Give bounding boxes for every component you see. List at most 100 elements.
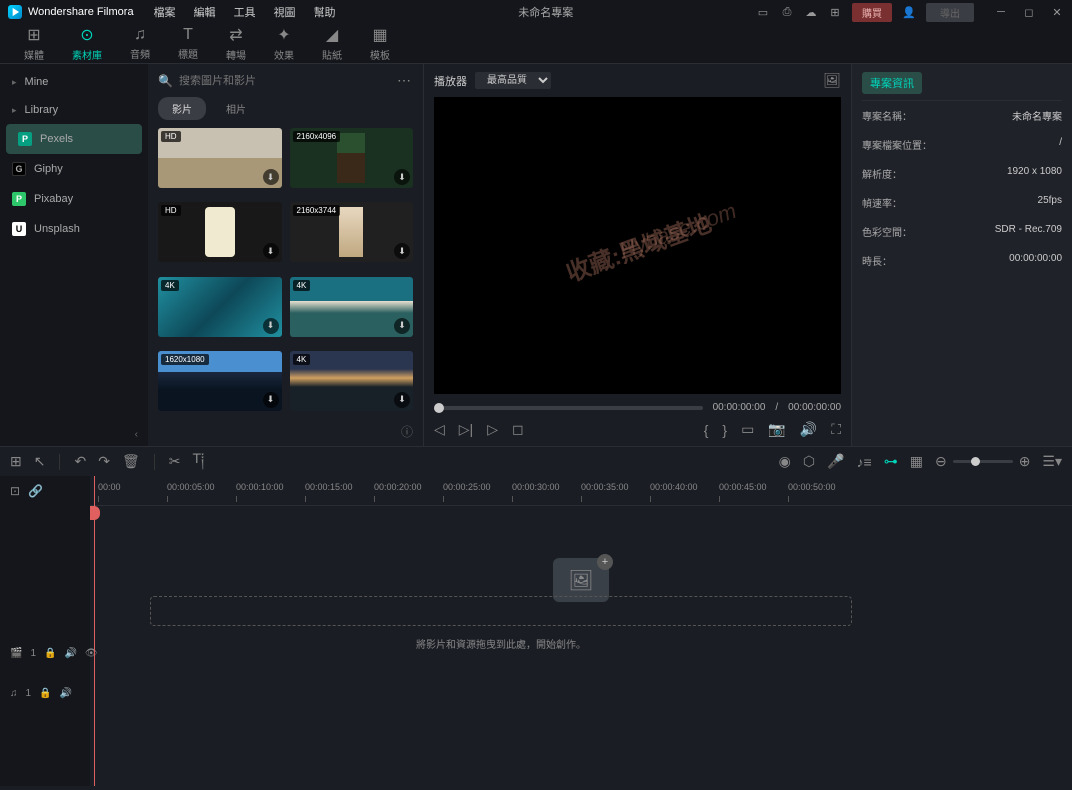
marker-icon[interactable]: ⬡: [803, 453, 815, 470]
menu-tools[interactable]: 工具: [234, 4, 256, 20]
track-settings-icon[interactable]: ⊞: [10, 453, 22, 470]
prev-frame-button[interactable]: ◁: [434, 421, 445, 438]
link-icon[interactable]: 🔗: [28, 484, 43, 498]
maximize-icon[interactable]: ◻: [1022, 5, 1036, 19]
voiceover-icon[interactable]: 🎤: [827, 453, 844, 470]
toolbar-tab-0[interactable]: ⊞媒體: [10, 25, 58, 62]
toolbar-tab-5[interactable]: ✦效果: [260, 25, 308, 62]
layout-icon[interactable]: ▭: [756, 5, 770, 19]
search-input[interactable]: [179, 75, 391, 87]
camera-icon[interactable]: 📷: [768, 421, 785, 438]
info-value: SDR - Rec.709: [995, 224, 1062, 239]
volume-icon[interactable]: 🔊: [800, 421, 817, 438]
toolbar-tab-1[interactable]: ⊙素材庫: [58, 25, 116, 62]
apps-icon[interactable]: ⊞: [828, 5, 842, 19]
subtab-0[interactable]: 影片: [158, 97, 206, 120]
thumbnail-1[interactable]: 2160x4096⬇: [290, 128, 414, 188]
thumbnail-0[interactable]: HD⬇: [158, 128, 282, 188]
subtab-1[interactable]: 相片: [212, 97, 260, 120]
sidebar-item-unsplash[interactable]: UUnsplash: [0, 214, 148, 244]
thumbnail-2[interactable]: HD⬇: [158, 202, 282, 262]
download-icon[interactable]: ⬇: [394, 169, 410, 185]
delete-button[interactable]: 🗑: [122, 453, 140, 470]
download-icon[interactable]: ⬇: [263, 243, 279, 259]
redo-button[interactable]: ↷: [98, 453, 110, 470]
cursor-tool-icon[interactable]: ↖: [34, 453, 46, 470]
toolbar-label: 模板: [370, 47, 390, 62]
download-icon[interactable]: ⬇: [263, 169, 279, 185]
sidebar-item-pexels[interactable]: PPexels: [6, 124, 142, 154]
download-icon[interactable]: ⬇: [394, 243, 410, 259]
app-name: Wondershare Filmora: [28, 6, 134, 18]
mute-track-icon[interactable]: 🔊: [64, 648, 76, 659]
display-icon[interactable]: ▭: [741, 421, 754, 438]
timeline-tracks[interactable]: 00:0000:00:05:0000:00:10:0000:00:15:0000…: [90, 476, 1072, 786]
undo-button[interactable]: ↶: [74, 453, 86, 470]
info-button[interactable]: ⓘ: [148, 417, 423, 446]
collapse-sidebar-button[interactable]: ‹: [0, 423, 148, 446]
ruler-tick: 00:00:40:00: [650, 482, 698, 492]
toolbar-tab-6[interactable]: ◢貼紙: [308, 25, 356, 62]
preview-viewport[interactable]: 收藏:黑域基地 Hybase.com: [434, 97, 841, 394]
audio-mixer-icon[interactable]: ♪≡: [857, 454, 872, 470]
preview-controls: 00:00:00:00 / 00:00:00:00 ◁ ▷| ▷ ◻ { } ▭…: [424, 394, 851, 446]
download-icon[interactable]: ⬇: [263, 318, 279, 334]
save-icon[interactable]: ⎙: [780, 5, 794, 19]
list-view-icon[interactable]: ☰▾: [1042, 453, 1062, 470]
close-icon[interactable]: ✕: [1050, 5, 1064, 19]
play-button[interactable]: ▷: [487, 421, 498, 438]
fullscreen-icon[interactable]: ⛶: [831, 421, 841, 438]
zoom-slider[interactable]: [953, 460, 1013, 463]
snap-icon[interactable]: ⊡: [10, 484, 20, 498]
download-icon[interactable]: ⬇: [394, 392, 410, 408]
magnet-icon[interactable]: ⊶: [884, 453, 898, 470]
toolbar-tab-4[interactable]: ⇄轉場: [212, 25, 260, 62]
snapshot-icon[interactable]: 🖼: [823, 72, 841, 89]
menu-file[interactable]: 檔案: [154, 4, 176, 20]
quality-select[interactable]: 最高品質: [475, 72, 551, 89]
mark-out-button[interactable]: }: [722, 422, 727, 438]
drop-zone[interactable]: [150, 596, 852, 626]
more-options-button[interactable]: ⋯: [397, 72, 413, 89]
thumbnail-7[interactable]: 4K⬇: [290, 351, 414, 411]
record-icon[interactable]: ◉: [779, 453, 791, 470]
scrubber-bar[interactable]: [434, 406, 703, 410]
project-info-tab[interactable]: 專案資訊: [862, 72, 922, 94]
search-icon: 🔍: [158, 74, 173, 88]
player-tab[interactable]: 播放器: [434, 73, 467, 89]
export-button[interactable]: 導出: [926, 3, 974, 22]
mark-in-button[interactable]: {: [704, 422, 709, 438]
stop-button[interactable]: ◻: [512, 421, 524, 438]
buy-button[interactable]: 購買: [852, 3, 892, 22]
thumbnail-6[interactable]: 1620x1080⬇: [158, 351, 282, 411]
minimize-icon[interactable]: ─: [994, 5, 1008, 19]
menu-help[interactable]: 幫助: [314, 4, 336, 20]
playhead[interactable]: [94, 476, 95, 786]
toolbar-tab-7[interactable]: ▦模板: [356, 25, 404, 62]
zoom-out-button[interactable]: ⊖: [935, 453, 947, 470]
sidebar-item-mine[interactable]: ▸Mine: [0, 68, 148, 96]
step-back-button[interactable]: ▷|: [459, 421, 473, 438]
account-icon[interactable]: 👤: [902, 5, 916, 19]
timeline-ruler[interactable]: 00:0000:00:05:0000:00:10:0000:00:15:0000…: [90, 476, 1072, 506]
download-icon[interactable]: ⬇: [394, 318, 410, 334]
mute-audio-icon[interactable]: 🔊: [60, 688, 72, 699]
video-track-header: 🎬 1 🔒 🔊 👁: [0, 638, 90, 668]
cloud-icon[interactable]: ☁: [804, 5, 818, 19]
zoom-in-button[interactable]: ⊕: [1019, 453, 1031, 470]
thumbnail-5[interactable]: 4K⬇: [290, 277, 414, 337]
thumbnail-3[interactable]: 2160x3744⬇: [290, 202, 414, 262]
cut-tool-icon[interactable]: ✂: [169, 453, 181, 470]
toolbar-tab-3[interactable]: T標題: [164, 26, 212, 61]
toolbar-tab-2[interactable]: ♫音頻: [116, 26, 164, 61]
thumbnail-4[interactable]: 4K⬇: [158, 277, 282, 337]
lock-audio-icon[interactable]: 🔒: [39, 688, 51, 699]
render-icon[interactable]: ▦: [910, 453, 923, 470]
sidebar-item-giphy[interactable]: GGiphy: [0, 154, 148, 184]
lock-track-icon[interactable]: 🔒: [44, 648, 56, 659]
sidebar-item-pixabay[interactable]: PPixabay: [0, 184, 148, 214]
menu-edit[interactable]: 編輯: [194, 4, 216, 20]
download-icon[interactable]: ⬇: [263, 392, 279, 408]
menu-view[interactable]: 視圖: [274, 4, 296, 20]
sidebar-item-library[interactable]: ▸Library: [0, 96, 148, 124]
